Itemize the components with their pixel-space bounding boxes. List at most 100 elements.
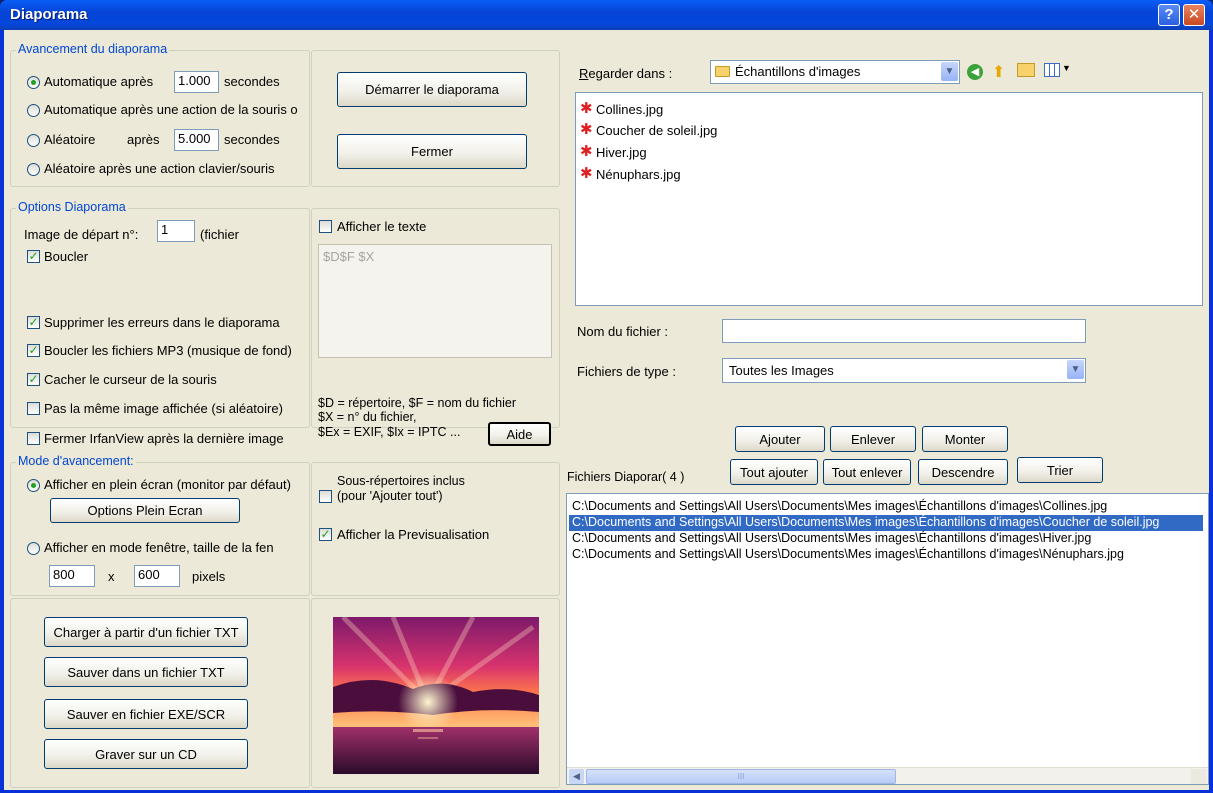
list-item[interactable]: C:\Documents and Settings\All Users\Docu…: [569, 531, 1091, 547]
fullscreen-options-button[interactable]: Options Plein Ecran: [50, 498, 240, 523]
file-item[interactable]: ✱ Nénuphars.jpg: [580, 164, 681, 184]
mode-label: Mode d'avancement:: [16, 454, 136, 468]
hide-cursor-label: Cacher le curseur de la souris: [44, 372, 217, 387]
window-size-x: x: [108, 569, 115, 584]
filename-input[interactable]: [722, 319, 1086, 343]
back-icon[interactable]: ◀: [967, 64, 983, 80]
radio-auto-time-label: Automatique après: [44, 74, 154, 89]
text-template-area[interactable]: $D$F $X: [318, 244, 552, 358]
folder-icon: [715, 66, 730, 77]
subdirs-checkbox[interactable]: [319, 490, 332, 503]
dialog-window: Diaporama ? ✕ Avancement du diaporama Au…: [0, 0, 1213, 793]
file-item[interactable]: ✱ Coucher de soleil.jpg: [580, 120, 717, 140]
auto-seconds-input[interactable]: 1.000: [174, 71, 219, 93]
loop-mp3-checkbox[interactable]: ✓: [27, 344, 40, 357]
help-line-2: $X = n° du fichier,: [318, 410, 417, 424]
burn-cd-button[interactable]: Graver sur un CD: [44, 739, 248, 769]
scroll-thumb[interactable]: III: [586, 769, 896, 784]
filetype-value: Toutes les Images: [729, 363, 834, 378]
help-line-1: $D = répertoire, $F = nom du fichier: [318, 396, 517, 410]
look-in-label: Regarder dans :: [579, 66, 672, 81]
random-seconds-input[interactable]: 5.000: [174, 129, 219, 151]
filetype-combo[interactable]: Toutes les Images ▼: [722, 358, 1086, 383]
aide-button[interactable]: Aide: [488, 422, 551, 446]
show-text-checkbox[interactable]: [319, 220, 332, 233]
resize-grip-icon[interactable]: [1191, 769, 1206, 784]
radio-fullscreen[interactable]: [27, 479, 40, 492]
close-irfan-label: Fermer IrfanView après la dernière image: [44, 431, 284, 446]
title-bar[interactable]: Diaporama ? ✕: [0, 0, 1213, 30]
add-all-button[interactable]: Tout ajouter: [730, 459, 818, 485]
scroll-left-icon[interactable]: ◀: [569, 769, 584, 784]
start-image-post: (fichier: [200, 227, 240, 242]
subdirs-label-1: Sous-répertoires inclus: [337, 474, 465, 488]
radio-window-mode-label: Afficher en mode fenêtre, taille de la f…: [44, 540, 274, 555]
start-image-input[interactable]: 1: [157, 220, 195, 242]
loop-checkbox[interactable]: ✓: [27, 250, 40, 263]
radio-random-time[interactable]: [27, 134, 40, 147]
look-in-combo[interactable]: Échantillons d'images ▼: [710, 60, 960, 84]
window-height-input[interactable]: 600: [134, 565, 180, 587]
close-dialog-button[interactable]: Fermer: [337, 134, 527, 169]
close-irfan-checkbox[interactable]: [27, 432, 40, 445]
slideshow-file-list[interactable]: C:\Documents and Settings\All Users\Docu…: [566, 493, 1209, 785]
preview-image: [333, 617, 539, 774]
radio-window-mode[interactable]: [27, 542, 40, 555]
file-item[interactable]: ✱ Hiver.jpg: [580, 142, 647, 162]
radio-random-time-label: Aléatoire: [44, 132, 96, 147]
view-menu-arrow-icon[interactable]: ▼: [1062, 63, 1071, 73]
save-txt-button[interactable]: Sauver dans un fichier TXT: [44, 657, 248, 687]
load-txt-button[interactable]: Charger à partir d'un fichier TXT: [44, 617, 248, 647]
list-item[interactable]: C:\Documents and Settings\All Users\Docu…: [569, 499, 1107, 515]
up-folder-icon[interactable]: ⬆: [992, 62, 1005, 82]
file-browser-list[interactable]: ✱ Collines.jpg ✱ Coucher de soleil.jpg ✱ Hi…: [575, 92, 1203, 306]
file-item[interactable]: ✱ Collines.jpg: [580, 99, 663, 119]
image-file-icon: ✱: [580, 143, 593, 160]
close-button[interactable]: ✕: [1183, 4, 1205, 26]
show-text-label: Afficher le texte: [337, 219, 427, 234]
radio-auto-mouse[interactable]: [27, 104, 40, 117]
preview-label: Afficher la Previsualisation: [337, 527, 490, 542]
hide-cursor-checkbox[interactable]: ✓: [27, 373, 40, 386]
radio-auto-time[interactable]: [27, 76, 40, 89]
options-label: Options Diaporama: [16, 200, 128, 214]
horizontal-scrollbar[interactable]: ◀ III: [567, 767, 1208, 784]
look-in-text: egarder dans :: [588, 66, 673, 81]
help-button[interactable]: ?: [1158, 4, 1180, 26]
start-image-label: Image de départ n°:: [24, 227, 139, 242]
view-menu-icon[interactable]: [1044, 63, 1060, 77]
window-size-unit: pixels: [192, 569, 226, 584]
slideshow-files-label: Fichiers Diaporar( 4 ): [567, 470, 685, 484]
help-line-3: $Ex = EXIF, $Ix = IPTC ...: [318, 425, 461, 439]
no-same-image-checkbox[interactable]: [27, 402, 40, 415]
radio-random-key[interactable]: [27, 163, 40, 176]
loop-label: Boucler: [44, 249, 89, 264]
radio-random-time-mid: après: [127, 132, 160, 147]
image-file-icon: ✱: [580, 165, 593, 182]
move-up-button[interactable]: Monter: [922, 426, 1008, 452]
look-in-hotkey: R: [579, 66, 589, 81]
preview-checkbox[interactable]: ✓: [319, 528, 332, 541]
window-width-input[interactable]: 800: [49, 565, 95, 587]
new-folder-icon[interactable]: [1017, 63, 1035, 77]
random-seconds-unit: secondes: [224, 132, 280, 147]
sort-button[interactable]: Trier: [1017, 457, 1103, 483]
start-slideshow-button[interactable]: Démarrer le diaporama: [337, 72, 527, 107]
save-exe-button[interactable]: Sauver en fichier EXE/SCR: [44, 699, 248, 729]
suppress-errors-checkbox[interactable]: ✓: [27, 316, 40, 329]
auto-seconds-unit: secondes: [224, 74, 280, 89]
look-in-value: Échantillons d'images: [735, 64, 861, 79]
remove-all-button[interactable]: Tout enlever: [823, 459, 911, 485]
list-item-selected[interactable]: C:\Documents and Settings\All Users\Docu…: [569, 515, 1203, 531]
add-button[interactable]: Ajouter: [735, 426, 825, 452]
radio-fullscreen-label: Afficher en plein écran (monitor par déf…: [44, 477, 291, 492]
filetype-label: Fichiers de type :: [577, 364, 676, 379]
move-down-button[interactable]: Descendre: [918, 459, 1008, 485]
look-in-dropdown-icon[interactable]: ▼: [941, 62, 958, 81]
remove-button[interactable]: Enlever: [830, 426, 916, 452]
filename-label: Nom du fichier :: [577, 324, 669, 339]
suppress-errors-label: Supprimer les erreurs dans le diaporama: [44, 315, 280, 330]
list-item[interactable]: C:\Documents and Settings\All Users\Docu…: [569, 547, 1124, 563]
filetype-dropdown-icon[interactable]: ▼: [1067, 360, 1084, 379]
loop-mp3-label: Boucler les fichiers MP3 (musique de fon…: [44, 343, 292, 358]
